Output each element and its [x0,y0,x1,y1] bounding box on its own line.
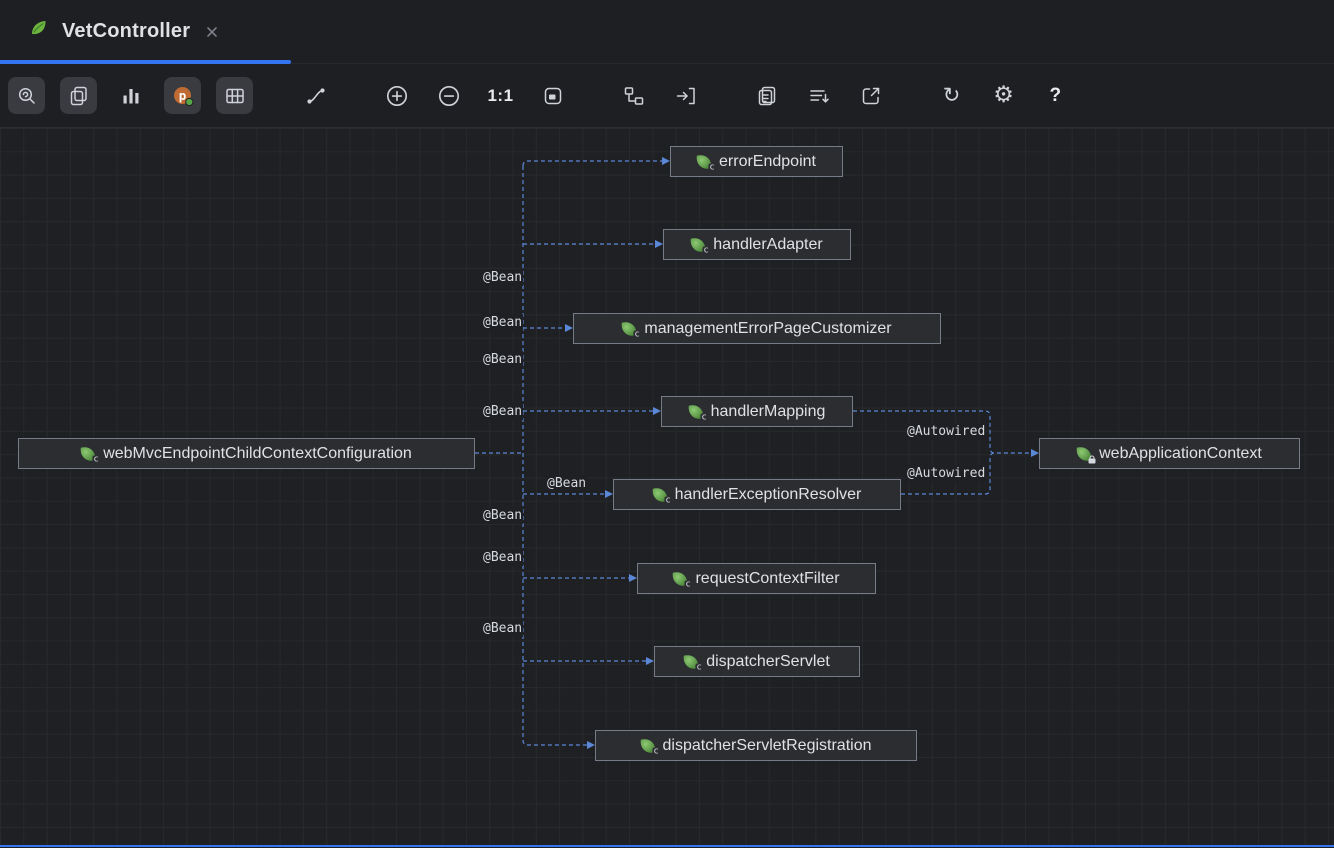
bean-label: dispatcherServlet [706,653,830,671]
bean-label: webMvcEndpointChildContextConfiguration [103,445,412,463]
show-dependencies-button[interactable] [297,77,334,114]
spring-prototype-filter-button[interactable]: p [164,77,201,114]
magnifier-icon [15,84,39,108]
bean-node-requestContextFilter[interactable]: c requestContextFilter [637,563,876,594]
lock-badge-icon [1089,458,1096,463]
fit-content-button[interactable] [534,77,571,114]
zoom-out-button[interactable] [430,77,467,114]
apply-layout-button[interactable] [615,77,652,114]
export-icon [859,84,883,108]
edge-annotation-label: @Bean [482,269,523,286]
bean-class-icon: c [684,654,699,669]
focus-selected-node-button[interactable] [8,77,45,114]
bean-label: handlerAdapter [713,236,822,254]
bean-node-webApplicationContext[interactable]: webApplicationContext [1039,438,1300,469]
bean-class-icon: c [81,446,96,461]
grid-view-button[interactable] [216,77,253,114]
documents-icon [755,84,779,108]
bean-class-icon: c [652,487,667,502]
edge-annotation-label: @Bean [482,549,523,566]
edge-annotation-label: @Bean [482,351,523,368]
bean-class-lock-icon [1077,446,1092,461]
settings-button[interactable]: ⚙ [985,77,1022,114]
bean-label: requestContextFilter [695,570,839,588]
bean-node-dispatcherServletRegistration[interactable]: c dispatcherServletRegistration [595,730,917,761]
bean-label: errorEndpoint [719,153,816,171]
zoom-in-icon [384,83,410,109]
grid-icon [223,84,247,108]
edge-annotation-label: @Bean [546,475,587,492]
help-button[interactable]: ? [1037,77,1074,114]
bean-class-icon: c [673,571,688,586]
editor-tab-bar: VetController [0,0,1334,64]
hierarchy-icon [622,84,646,108]
refresh-icon: ↻ [943,85,961,106]
bean-class-icon: c [688,404,703,419]
class-badge-icon: c [695,663,702,672]
bean-node-dispatcherServlet[interactable]: c dispatcherServlet [654,646,860,677]
documentation-button[interactable] [748,77,785,114]
edge-annotation-label: @Bean [482,314,523,331]
copy-diagram-button[interactable] [60,77,97,114]
edge-annotation-label: @Autowired [906,465,986,482]
node-details-button[interactable] [800,77,837,114]
bean-label: handlerExceptionResolver [675,486,862,504]
arrow-bracket-icon [674,84,698,108]
connector-icon [304,84,328,108]
edge-annotation-label: @Bean [482,620,523,637]
class-badge-icon: c [700,413,707,422]
diagram-toolbar: p [0,64,1334,128]
bean-node-webMvcEndpointChildContextConfiguration[interactable]: c webMvcEndpointChildContextConfiguration [18,438,475,469]
list-sort-icon [807,84,831,108]
fit-content-icon [541,84,565,108]
bean-class-icon: c [691,237,706,252]
edge-annotation-label: @Bean [482,507,523,524]
bean-class-icon: c [697,154,712,169]
diagram-canvas[interactable]: c webMvcEndpointChildContextConfiguration… [0,128,1334,845]
statistics-button[interactable] [112,77,149,114]
bean-node-managementErrorPageCustomizer[interactable]: c managementErrorPageCustomizer [573,313,941,344]
bar-chart-icon [119,84,143,108]
bean-label: handlerMapping [711,403,826,421]
class-badge-icon: c [633,330,640,339]
help-icon: ? [1049,85,1061,107]
bean-node-handlerMapping[interactable]: c handlerMapping [661,396,853,427]
window-accent-bar [0,845,1334,847]
edge-annotation-label: @Autowired [906,423,986,440]
bean-label: webApplicationContext [1099,445,1262,463]
refresh-button[interactable]: ↻ [933,77,970,114]
tab-vetcontroller[interactable]: VetController [0,0,240,63]
class-badge-icon: c [702,246,709,255]
tab-title: VetController [62,20,190,43]
zoom-in-button[interactable] [378,77,415,114]
zoom-out-icon [436,83,462,109]
bean-label: managementErrorPageCustomizer [644,320,891,338]
bean-label: dispatcherServletRegistration [663,737,872,755]
jump-to-node-button[interactable] [667,77,704,114]
export-diagram-button[interactable] [852,77,889,114]
bean-node-errorEndpoint[interactable]: c errorEndpoint [670,146,843,177]
gear-icon: ⚙ [993,84,1014,107]
prototype-scope-icon: p [171,84,195,108]
bean-class-icon: c [640,738,655,753]
edge-annotation-label: @Bean [482,403,523,420]
class-badge-icon: c [684,580,691,589]
actual-size-label: 1:1 [487,86,513,106]
spring-leaf-icon [28,18,50,45]
bean-node-handlerExceptionResolver[interactable]: c handlerExceptionResolver [613,479,901,510]
svg-text:p: p [178,87,186,102]
active-tab-underline [0,60,291,64]
bean-node-handlerAdapter[interactable]: c handlerAdapter [663,229,851,260]
diagram-nodes-layer: c webMvcEndpointChildContextConfiguration… [0,128,1334,845]
actual-size-button[interactable]: 1:1 [482,77,519,114]
tab-close-icon[interactable] [202,22,222,42]
bean-class-icon: c [622,321,637,336]
copy-icon [67,84,91,108]
class-badge-icon: c [92,455,99,464]
class-badge-icon: c [652,747,659,756]
class-badge-icon: c [708,163,715,172]
class-badge-icon: c [664,496,671,505]
